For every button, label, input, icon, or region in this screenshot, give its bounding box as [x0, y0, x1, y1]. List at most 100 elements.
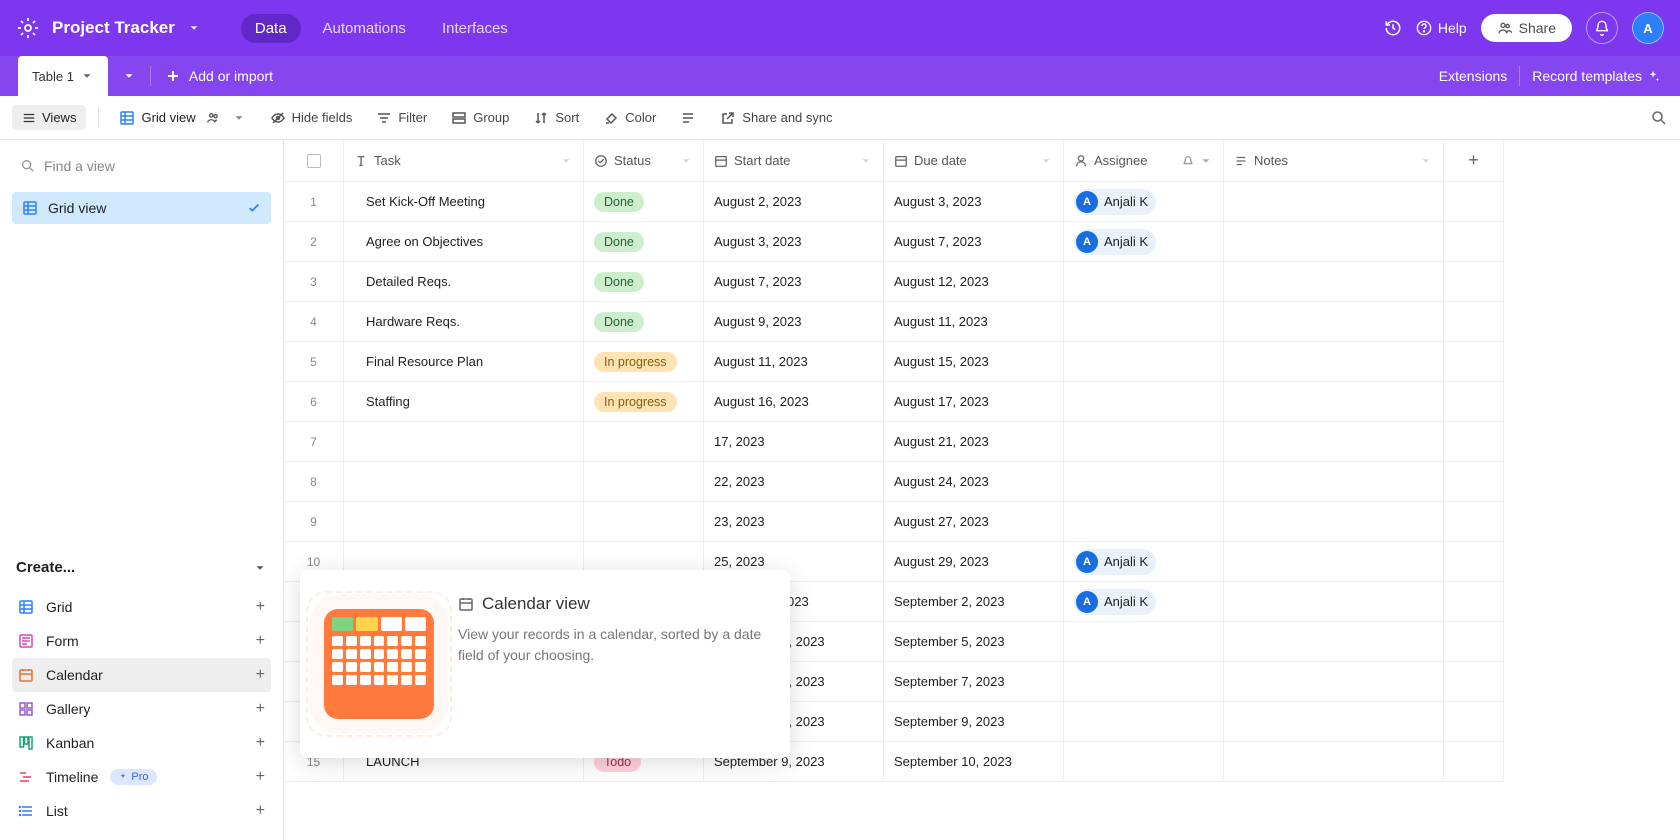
cell-due-date[interactable]: August 3, 2023	[884, 182, 1064, 222]
row-number[interactable]: 3	[284, 262, 344, 302]
nav-tab-interfaces[interactable]: Interfaces	[428, 14, 522, 43]
chevron-down-icon[interactable]	[187, 21, 201, 35]
cell-task[interactable]: Detailed Reqs.	[344, 262, 584, 302]
cell-due-date[interactable]: August 27, 2023	[884, 502, 1064, 542]
cell-task[interactable]: Set Kick-Off Meeting	[344, 182, 584, 222]
cell-task[interactable]: Final Resource Plan	[344, 342, 584, 382]
cell-notes[interactable]	[1224, 742, 1444, 782]
views-toggle-button[interactable]: Views	[12, 105, 86, 130]
create-kanban[interactable]: Kanban+	[12, 726, 271, 760]
view-item-grid[interactable]: Grid view	[12, 192, 271, 224]
cell-start-date[interactable]: 22, 2023	[704, 462, 884, 502]
cell-due-date[interactable]: August 17, 2023	[884, 382, 1064, 422]
col-start-date[interactable]: Start date	[704, 140, 884, 182]
help-button[interactable]: Help	[1416, 20, 1467, 36]
share-sync-button[interactable]: Share and sync	[712, 106, 840, 130]
cell-due-date[interactable]: August 29, 2023	[884, 542, 1064, 582]
user-avatar[interactable]: A	[1632, 12, 1664, 44]
cell-task[interactable]: Hardware Reqs.	[344, 302, 584, 342]
create-gallery[interactable]: Gallery+	[12, 692, 271, 726]
cell-assignee[interactable]	[1064, 462, 1224, 502]
cell-status[interactable]	[584, 422, 704, 462]
sort-button[interactable]: Sort	[525, 106, 587, 130]
cell-due-date[interactable]: August 11, 2023	[884, 302, 1064, 342]
cell-assignee[interactable]	[1064, 662, 1224, 702]
cell-assignee[interactable]: AAnjali K	[1064, 222, 1224, 262]
cell-start-date[interactable]: 17, 2023	[704, 422, 884, 462]
cell-assignee[interactable]: AAnjali K	[1064, 182, 1224, 222]
cell-due-date[interactable]: August 15, 2023	[884, 342, 1064, 382]
cell-notes[interactable]	[1224, 422, 1444, 462]
current-view-selector[interactable]: Grid view	[111, 106, 253, 130]
record-templates-link[interactable]: Record templates	[1532, 68, 1660, 84]
cell-notes[interactable]	[1224, 382, 1444, 422]
create-form[interactable]: Form+	[12, 624, 271, 658]
cell-notes[interactable]	[1224, 342, 1444, 382]
cell-status[interactable]	[584, 462, 704, 502]
cell-notes[interactable]	[1224, 702, 1444, 742]
cell-assignee[interactable]	[1064, 422, 1224, 462]
cell-due-date[interactable]: September 2, 2023	[884, 582, 1064, 622]
cell-task[interactable]	[344, 462, 584, 502]
cell-notes[interactable]	[1224, 502, 1444, 542]
cell-assignee[interactable]	[1064, 382, 1224, 422]
cell-due-date[interactable]: August 7, 2023	[884, 222, 1064, 262]
history-icon[interactable]	[1384, 19, 1402, 37]
cell-due-date[interactable]: September 10, 2023	[884, 742, 1064, 782]
group-button[interactable]: Group	[443, 106, 517, 130]
row-number[interactable]: 6	[284, 382, 344, 422]
table-dropdown[interactable]	[108, 56, 150, 96]
cell-due-date[interactable]: August 21, 2023	[884, 422, 1064, 462]
col-assignee[interactable]: Assignee	[1064, 140, 1224, 182]
cell-assignee[interactable]	[1064, 622, 1224, 662]
add-column-button[interactable]: +	[1444, 140, 1504, 182]
select-all[interactable]	[284, 140, 344, 182]
cell-start-date[interactable]: August 3, 2023	[704, 222, 884, 262]
cell-notes[interactable]	[1224, 582, 1444, 622]
create-section-toggle[interactable]: Create...	[12, 551, 271, 584]
cell-due-date[interactable]: August 24, 2023	[884, 462, 1064, 502]
share-button[interactable]: Share	[1481, 14, 1572, 42]
row-number[interactable]: 8	[284, 462, 344, 502]
cell-notes[interactable]	[1224, 302, 1444, 342]
find-view-input[interactable]: Find a view	[12, 152, 271, 180]
cell-notes[interactable]	[1224, 182, 1444, 222]
cell-status[interactable]: Done	[584, 302, 704, 342]
cell-assignee[interactable]: AAnjali K	[1064, 582, 1224, 622]
cell-assignee[interactable]	[1064, 702, 1224, 742]
cell-assignee[interactable]	[1064, 262, 1224, 302]
cell-start-date[interactable]: August 2, 2023	[704, 182, 884, 222]
cell-assignee[interactable]: AAnjali K	[1064, 542, 1224, 582]
cell-status[interactable]	[584, 502, 704, 542]
row-number[interactable]: 9	[284, 502, 344, 542]
cell-task[interactable]: Staffing	[344, 382, 584, 422]
row-height-button[interactable]	[672, 106, 704, 130]
table-tab[interactable]: Table 1	[18, 56, 108, 96]
cell-notes[interactable]	[1224, 662, 1444, 702]
cell-assignee[interactable]	[1064, 302, 1224, 342]
col-task[interactable]: Task	[344, 140, 584, 182]
color-button[interactable]: Color	[595, 106, 664, 130]
cell-start-date[interactable]: 23, 2023	[704, 502, 884, 542]
notifications-button[interactable]	[1586, 12, 1618, 44]
col-status[interactable]: Status	[584, 140, 704, 182]
cell-start-date[interactable]: August 9, 2023	[704, 302, 884, 342]
nav-tab-automations[interactable]: Automations	[309, 14, 420, 43]
col-due-date[interactable]: Due date	[884, 140, 1064, 182]
create-timeline[interactable]: Timeline Pro +	[12, 760, 271, 794]
cell-due-date[interactable]: September 9, 2023	[884, 702, 1064, 742]
cell-due-date[interactable]: September 7, 2023	[884, 662, 1064, 702]
row-number[interactable]: 7	[284, 422, 344, 462]
cell-start-date[interactable]: August 11, 2023	[704, 342, 884, 382]
row-number[interactable]: 4	[284, 302, 344, 342]
cell-due-date[interactable]: August 12, 2023	[884, 262, 1064, 302]
create-grid[interactable]: Grid+	[12, 590, 271, 624]
cell-status[interactable]: In progress	[584, 342, 704, 382]
app-title[interactable]: Project Tracker	[52, 18, 175, 38]
cell-status[interactable]: Done	[584, 222, 704, 262]
extensions-link[interactable]: Extensions	[1439, 68, 1507, 84]
cell-due-date[interactable]: September 5, 2023	[884, 622, 1064, 662]
cell-start-date[interactable]: August 16, 2023	[704, 382, 884, 422]
create-list[interactable]: List+	[12, 794, 271, 828]
cell-notes[interactable]	[1224, 622, 1444, 662]
